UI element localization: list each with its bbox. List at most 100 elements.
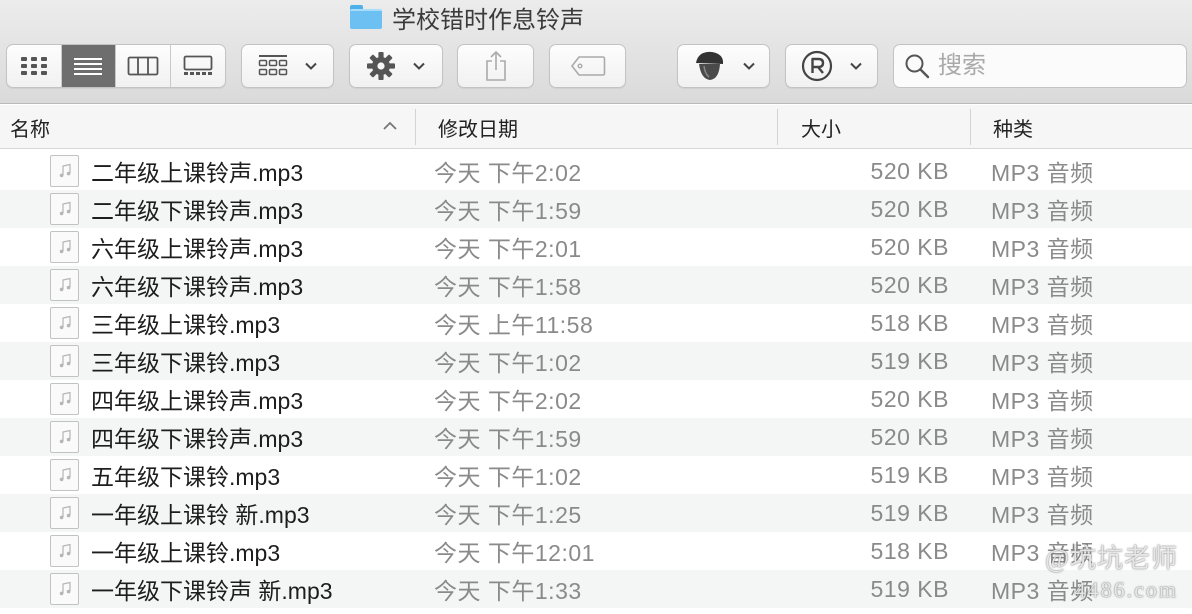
column-header-name-label: 名称 <box>10 118 50 141</box>
column-header-size-label: 大小 <box>801 118 841 141</box>
file-size: 518 KB <box>870 309 949 336</box>
music-note-icon <box>59 353 71 368</box>
file-date: 今天 下午1:59 <box>434 198 582 224</box>
action-button[interactable] <box>349 44 443 88</box>
file-size: 519 KB <box>870 499 949 526</box>
share-icon <box>485 50 506 81</box>
file-name: 二年级下课铃声.mp3 <box>91 198 304 224</box>
watermark-line-1: @坑坑老师 <box>1045 544 1178 573</box>
file-row[interactable]: 六年级上课铃声.mp3 今天 下午2:01 520 KB MP3 音频 <box>0 228 1192 266</box>
share-button[interactable] <box>457 44 534 88</box>
column-header-kind-label: 种类 <box>993 118 1033 141</box>
music-note-icon <box>59 429 71 444</box>
file-date: 今天 下午1:33 <box>434 578 582 604</box>
column-divider[interactable] <box>415 109 416 145</box>
music-note-icon <box>59 277 71 292</box>
audio-file-icon <box>50 345 79 377</box>
file-name: 一年级上课铃 新.mp3 <box>91 502 310 528</box>
group-by-button[interactable] <box>241 44 334 88</box>
acorn-icon <box>695 51 723 80</box>
file-row[interactable]: 二年级上课铃声.mp3 今天 下午2:02 520 KB MP3 音频 <box>0 152 1192 190</box>
list-view-button[interactable] <box>61 45 116 87</box>
list-icon <box>74 58 103 75</box>
acorn-extension-button[interactable] <box>677 44 770 88</box>
music-note-icon <box>59 163 71 178</box>
chevron-down-icon <box>304 62 317 70</box>
watermark-line-2: 4486.com <box>1074 577 1178 602</box>
file-row[interactable]: 三年级下课铃.mp3 今天 下午1:02 519 KB MP3 音频 <box>0 342 1192 380</box>
group-icon <box>258 55 287 76</box>
column-divider[interactable] <box>777 109 778 145</box>
file-name: 一年级下课铃声 新.mp3 <box>91 578 333 604</box>
file-row[interactable]: 一年级上课铃.mp3 今天 下午12:01 518 KB MP3 音频 <box>0 532 1192 570</box>
file-row[interactable]: 六年级下课铃声.mp3 今天 下午1:58 520 KB MP3 音频 <box>0 266 1192 304</box>
file-kind: MP3 音频 <box>991 160 1094 186</box>
file-row[interactable]: 三年级上课铃.mp3 今天 上午11:58 518 KB MP3 音频 <box>0 304 1192 342</box>
registered-extension-button[interactable] <box>785 44 878 88</box>
audio-file-icon <box>50 155 79 187</box>
music-note-icon <box>59 391 71 406</box>
file-date: 今天 下午2:02 <box>434 160 582 186</box>
icon-view-button[interactable] <box>7 45 62 87</box>
music-note-icon <box>59 543 71 558</box>
file-date: 今天 下午1:02 <box>434 464 582 490</box>
tag-button[interactable] <box>549 44 626 88</box>
file-kind: MP3 音频 <box>991 236 1094 262</box>
column-header-kind[interactable]: 种类 <box>993 105 1033 149</box>
chevron-down-icon <box>413 62 425 70</box>
chevron-down-icon <box>849 62 862 70</box>
column-header-name[interactable]: 名称 <box>10 105 50 149</box>
gear-icon <box>367 52 395 80</box>
window-title: 学校错时作息铃声 <box>350 3 584 34</box>
sort-ascending-icon <box>383 121 397 130</box>
file-size: 519 KB <box>870 347 949 374</box>
file-row[interactable]: 五年级下课铃.mp3 今天 下午1:02 519 KB MP3 音频 <box>0 456 1192 494</box>
file-name-cell: 二年级上课铃声.mp3 <box>50 152 303 190</box>
file-kind: MP3 音频 <box>991 464 1094 490</box>
file-row[interactable]: 四年级下课铃声.mp3 今天 下午1:59 520 KB MP3 音频 <box>0 418 1192 456</box>
file-name-cell: 二年级下课铃声.mp3 <box>50 190 303 228</box>
file-name: 三年级下课铃.mp3 <box>91 350 281 376</box>
gallery-icon <box>183 55 213 75</box>
audio-file-icon <box>50 459 79 491</box>
file-name: 六年级上课铃声.mp3 <box>91 236 304 262</box>
file-size: 520 KB <box>870 385 949 412</box>
file-date: 今天 下午2:01 <box>434 236 582 262</box>
music-note-icon <box>59 201 71 216</box>
audio-file-icon <box>50 421 79 453</box>
file-name: 二年级上课铃声.mp3 <box>91 160 304 186</box>
file-kind: MP3 音频 <box>991 274 1094 300</box>
file-date: 今天 上午11:58 <box>434 312 594 338</box>
search-input[interactable] <box>938 52 1178 80</box>
column-view-button[interactable] <box>116 45 171 87</box>
column-divider[interactable] <box>970 109 971 145</box>
column-header-size[interactable]: 大小 <box>801 105 841 149</box>
column-header-date[interactable]: 修改日期 <box>438 105 518 149</box>
file-size: 518 KB <box>870 537 949 564</box>
music-note-icon <box>59 315 71 330</box>
file-row[interactable]: 一年级上课铃 新.mp3 今天 下午1:25 519 KB MP3 音频 <box>0 494 1192 532</box>
music-note-icon <box>59 239 71 254</box>
gallery-view-button[interactable] <box>171 45 226 87</box>
file-date: 今天 下午12:01 <box>434 540 595 566</box>
file-kind: MP3 音频 <box>991 198 1094 224</box>
audio-file-icon <box>50 231 79 263</box>
file-size: 519 KB <box>870 575 949 602</box>
file-name-cell: 三年级下课铃.mp3 <box>50 342 280 380</box>
file-date: 今天 下午1:02 <box>434 350 582 376</box>
file-size: 519 KB <box>870 461 949 488</box>
file-kind: MP3 音频 <box>991 388 1094 414</box>
file-date: 今天 下午1:58 <box>434 274 582 300</box>
column-header-date-label: 修改日期 <box>438 118 518 141</box>
columns-icon <box>127 56 159 76</box>
file-name-cell: 一年级下课铃声 新.mp3 <box>50 570 333 608</box>
file-row[interactable]: 一年级下课铃声 新.mp3 今天 下午1:33 519 KB MP3 音频 <box>0 570 1192 608</box>
grid-icon <box>20 57 47 75</box>
file-size: 520 KB <box>870 233 949 260</box>
file-date: 今天 下午2:02 <box>434 388 582 414</box>
file-row[interactable]: 四年级上课铃声.mp3 今天 下午2:02 520 KB MP3 音频 <box>0 380 1192 418</box>
file-kind: MP3 音频 <box>991 350 1094 376</box>
file-row[interactable]: 二年级下课铃声.mp3 今天 下午1:59 520 KB MP3 音频 <box>0 190 1192 228</box>
music-note-icon <box>59 467 71 482</box>
file-name: 一年级上课铃.mp3 <box>91 540 281 566</box>
